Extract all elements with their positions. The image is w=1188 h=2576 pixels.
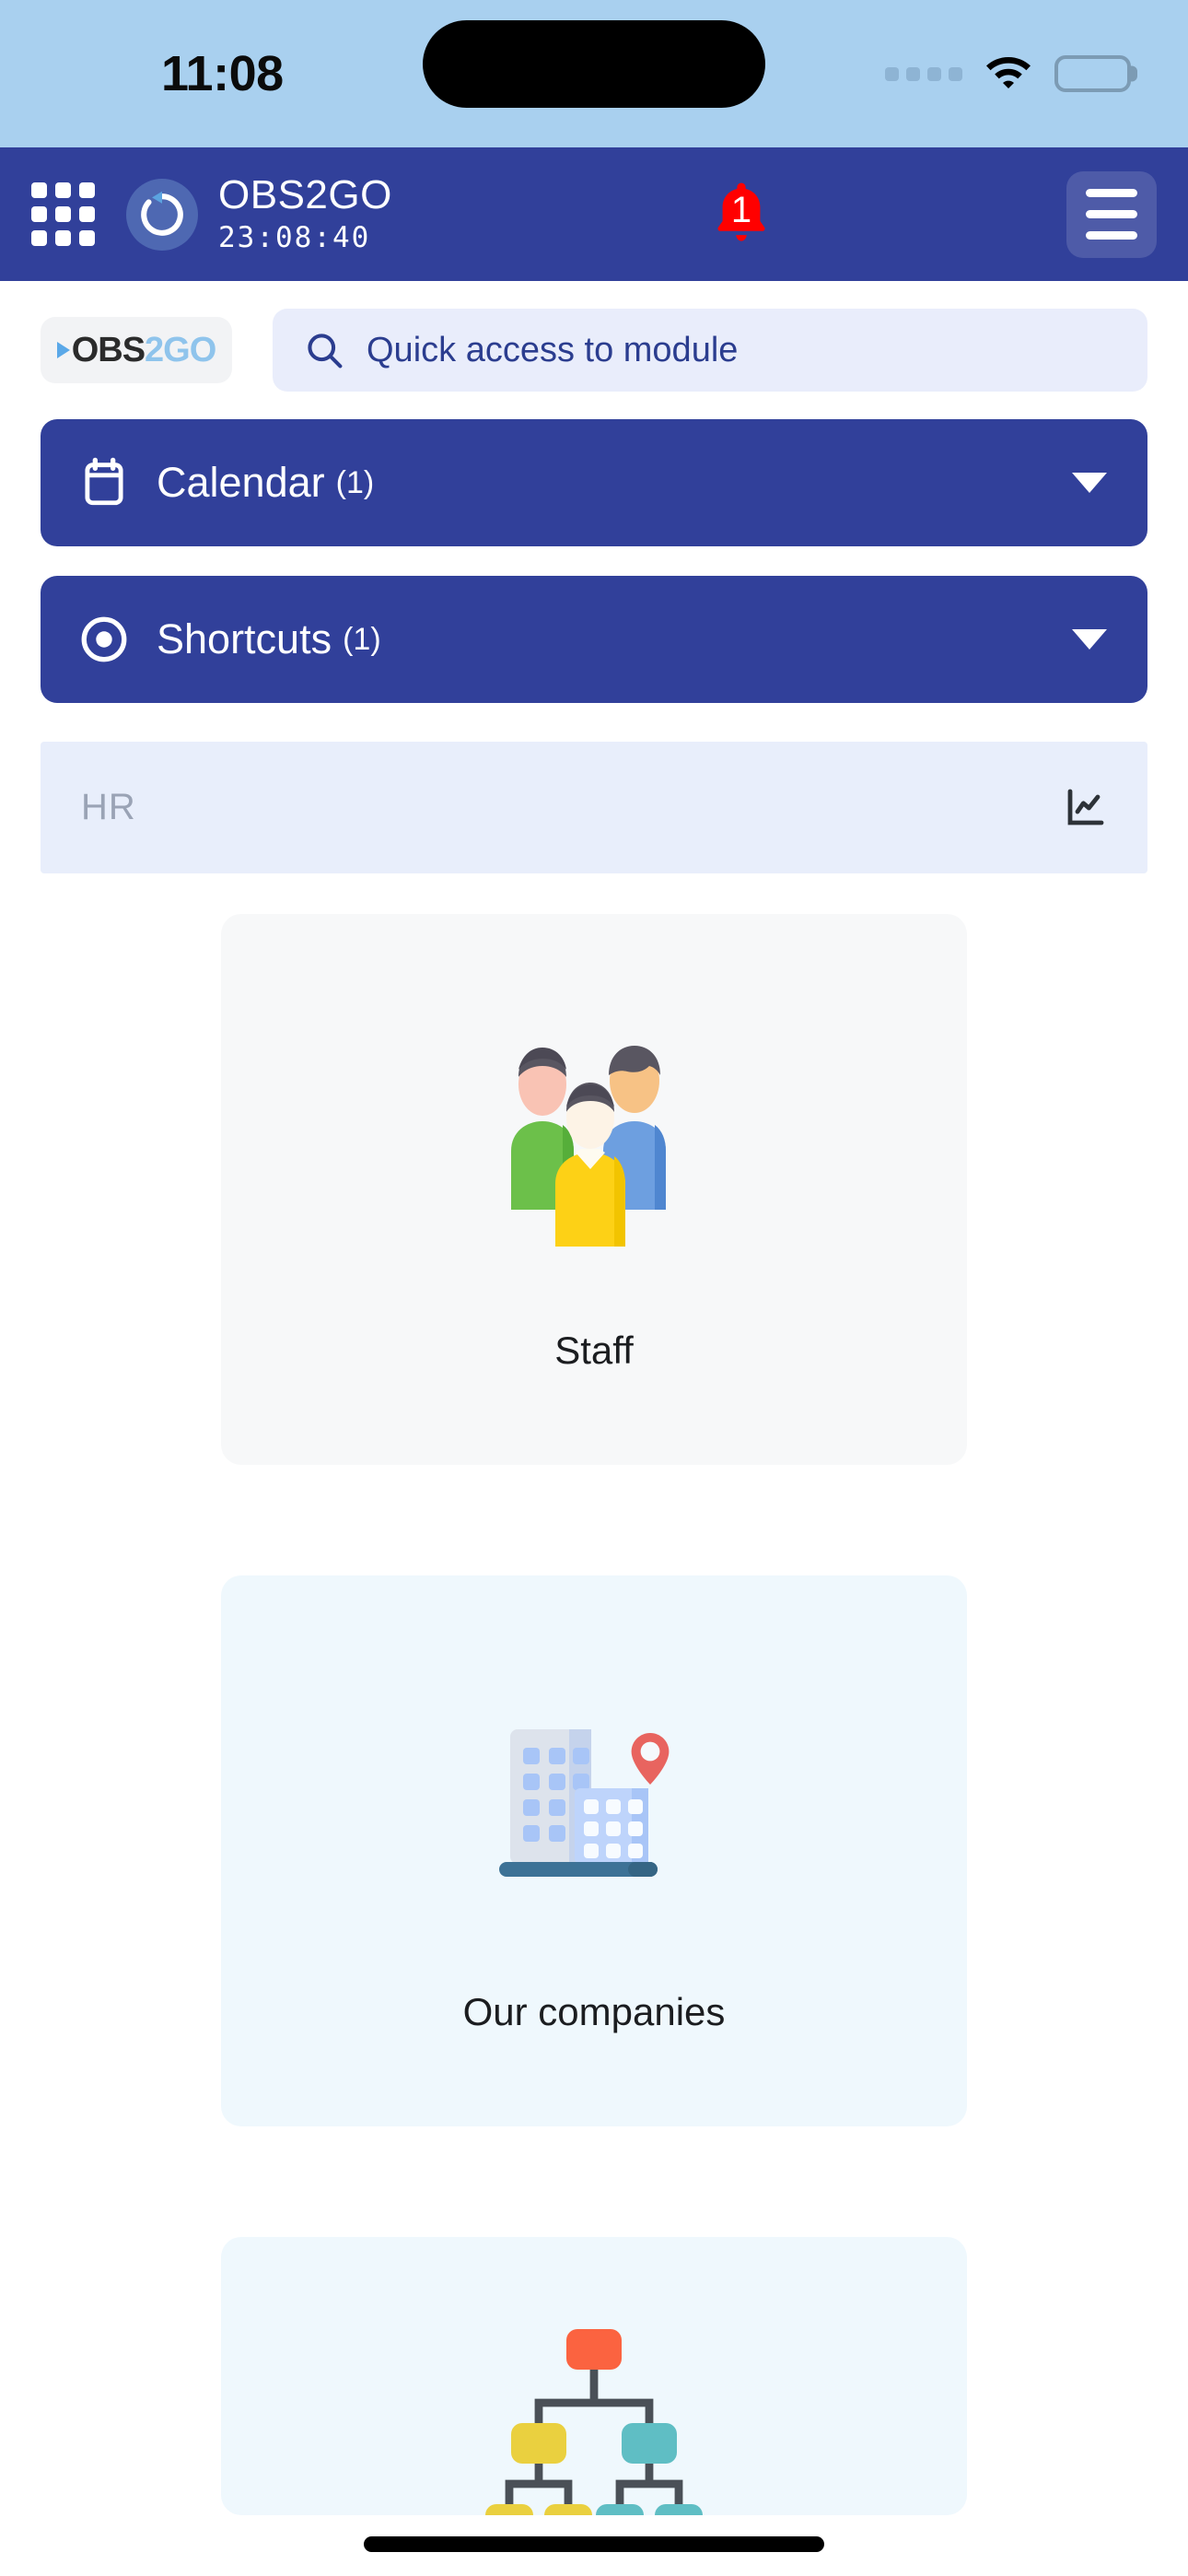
session-timer: 23:08:40 — [218, 220, 371, 254]
panel-shortcuts-count: (1) — [343, 621, 381, 657]
people-group-illustration — [474, 999, 714, 1275]
status-bar-time: 11:08 — [161, 46, 284, 101]
card-staff-label: Staff — [554, 1329, 634, 1372]
card-our-companies[interactable]: Our companies — [221, 1575, 967, 2126]
wifi-icon — [986, 57, 1031, 88]
collapsible-panels: Calendar (1) Shortcuts (1) — [0, 419, 1188, 703]
panel-calendar-label: Calendar — [157, 459, 325, 506]
org-chart-illustration — [483, 2322, 705, 2515]
status-bar-indicators — [885, 55, 1137, 92]
logo-prefix: OBS — [71, 330, 146, 369]
panel-calendar-count: (1) — [335, 464, 375, 500]
hr-section: HR Staff Our companies — [0, 742, 1188, 2515]
card-org-chart[interactable] — [221, 2237, 967, 2515]
bell-icon[interactable]: 1 — [709, 180, 774, 250]
chevron-down-icon[interactable] — [1072, 473, 1107, 493]
home-indicator — [364, 2536, 824, 2552]
hr-section-title: HR — [81, 787, 136, 827]
hr-section-header[interactable]: HR — [41, 742, 1147, 873]
search-row: OBS 2GO Quick access to module — [0, 281, 1188, 419]
search-icon — [308, 334, 343, 369]
app-title: OBS2GO — [218, 172, 392, 218]
card-staff[interactable]: Staff — [221, 914, 967, 1465]
dynamic-island — [423, 20, 765, 108]
search-placeholder: Quick access to module — [367, 330, 739, 369]
phone-screen: 11:08 OBS2GO 23:08:40 1 OBS 2GO Quick ac… — [0, 0, 1188, 2576]
hamburger-menu-icon[interactable] — [1066, 170, 1157, 258]
calendar-icon — [85, 457, 123, 506]
panel-calendar[interactable]: Calendar (1) — [41, 419, 1147, 546]
panel-shortcuts-label: Shortcuts — [157, 615, 332, 662]
panel-shortcuts[interactable]: Shortcuts (1) — [41, 576, 1147, 703]
radio-target-icon — [81, 616, 127, 662]
signal-dots-icon — [885, 66, 962, 81]
line-chart-icon[interactable] — [1063, 786, 1107, 830]
obs2go-logo: OBS 2GO — [41, 317, 232, 383]
battery-full-icon — [1054, 55, 1137, 92]
app-header-bar: OBS2GO 23:08:40 1 — [0, 147, 1188, 281]
search-input[interactable]: Quick access to module — [273, 309, 1147, 392]
refresh-circle-icon[interactable] — [126, 178, 198, 251]
status-bar: 11:08 — [0, 0, 1188, 147]
app-brand: OBS2GO 23:08:40 — [218, 172, 392, 254]
logo-suffix: 2GO — [145, 330, 216, 369]
app-grid-icon[interactable] — [31, 182, 95, 246]
chevron-down-icon[interactable] — [1072, 629, 1107, 650]
notification-count: 1 — [730, 190, 752, 230]
hr-card-list: Staff Our companies — [41, 873, 1147, 2515]
card-our-companies-label: Our companies — [462, 1990, 726, 2033]
logo-arrow-icon — [56, 342, 70, 358]
office-buildings-illustration — [488, 1660, 700, 1937]
